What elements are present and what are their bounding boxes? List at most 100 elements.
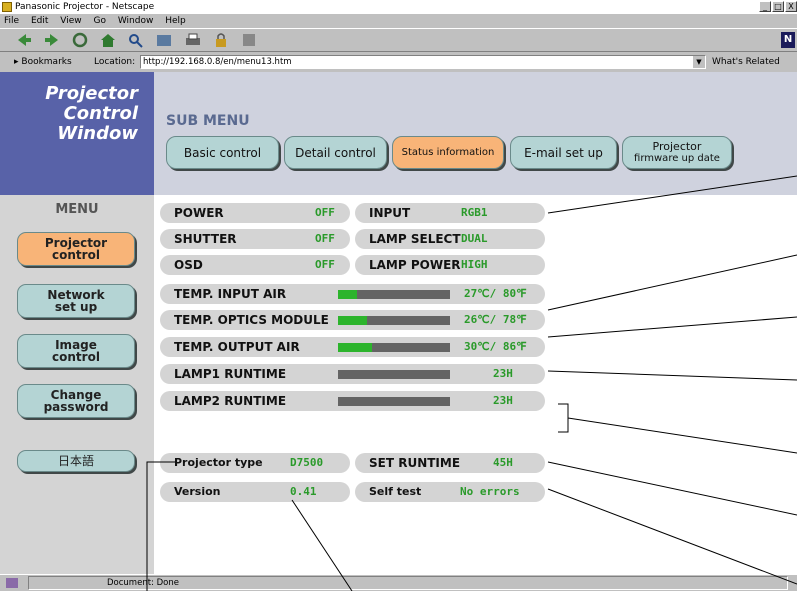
self-test: Self test No errors xyxy=(355,482,545,502)
menu-view[interactable]: View xyxy=(60,16,81,26)
info-label: Self test xyxy=(369,485,422,498)
status-shutter: SHUTTER OFF xyxy=(160,229,350,249)
close-button[interactable]: X xyxy=(785,1,797,12)
status-osd: OSD OFF xyxy=(160,255,350,275)
bar-label: LAMP2 RUNTIME xyxy=(174,394,287,408)
print-icon[interactable] xyxy=(183,31,203,49)
bookmarks-label: Bookmarks xyxy=(21,57,72,67)
security-status-icon[interactable] xyxy=(6,578,18,588)
menu-label: set up xyxy=(54,300,98,314)
menu-image-control[interactable]: Image control xyxy=(17,334,135,368)
maximize-button[interactable]: □ xyxy=(772,1,784,12)
status-value: RGB1 xyxy=(461,206,488,219)
info-value: 45H xyxy=(493,456,513,469)
location-label: Location: xyxy=(94,57,136,67)
bar-label: TEMP. INPUT AIR xyxy=(174,287,287,301)
status-label: SHUTTER xyxy=(174,232,237,246)
tab-basic-control[interactable]: Basic control xyxy=(166,136,279,169)
browser-window: Panasonic Projector - Netscape _ □ X Fil… xyxy=(0,0,797,591)
status-text: Document: Done xyxy=(107,578,179,588)
reload-icon[interactable] xyxy=(70,31,90,49)
menu-help[interactable]: Help xyxy=(165,16,186,26)
menu-label: control xyxy=(52,350,100,364)
info-label: Version xyxy=(174,485,221,498)
status-field: Document: Done xyxy=(28,576,788,590)
status-label: OSD xyxy=(174,258,203,272)
submenu-band xyxy=(154,72,797,195)
status-label: LAMP SELECT xyxy=(369,232,461,246)
menu-file[interactable]: File xyxy=(4,16,19,26)
level-bar xyxy=(338,316,450,325)
status-lamp-power: LAMP POWER HIGH xyxy=(355,255,545,275)
status-value: HIGH xyxy=(461,258,488,271)
menu-change-password[interactable]: Change password xyxy=(17,384,135,418)
location-bar: ▸ Bookmarks Location: http://192.168.0.8… xyxy=(0,52,797,72)
info-label: Projector type xyxy=(174,456,263,469)
bookmarks-button[interactable]: ▸ Bookmarks xyxy=(14,52,72,72)
menu-go[interactable]: Go xyxy=(93,16,105,26)
bar-label: TEMP. OPTICS MODULE xyxy=(174,313,329,327)
menu-japanese[interactable]: 日本語 xyxy=(17,450,135,472)
tab-firmware-update[interactable]: Projector firmware up date xyxy=(622,136,732,169)
bar-label: TEMP. OUTPUT AIR xyxy=(174,340,300,354)
projector-type: Projector type D7500 xyxy=(160,453,350,473)
tab-label: E-mail set up xyxy=(524,145,603,160)
logo-panel: Projector Control Window xyxy=(0,72,154,195)
page-content: Projector Control Window SUB MENU Basic … xyxy=(0,72,797,574)
info-value: No errors xyxy=(460,485,520,498)
app-logo: Projector Control Window xyxy=(45,83,138,144)
menu-edit[interactable]: Edit xyxy=(31,16,48,26)
bar-value: 23H xyxy=(493,394,513,407)
back-icon[interactable] xyxy=(14,31,34,49)
whats-related-button[interactable]: What's Related xyxy=(712,52,780,72)
menu-label: 日本語 xyxy=(57,454,94,468)
info-label: SET RUNTIME xyxy=(369,456,461,470)
window-title: Panasonic Projector - Netscape xyxy=(15,2,155,12)
bar-value: 26℃/ 78℉ xyxy=(464,313,527,326)
status-value: OFF xyxy=(315,206,335,219)
forward-icon[interactable] xyxy=(42,31,62,49)
level-fill xyxy=(338,343,372,352)
status-value: OFF xyxy=(315,232,335,245)
level-bar xyxy=(338,370,450,379)
menu-label: control xyxy=(52,248,100,262)
lamp1-runtime: LAMP1 RUNTIME 23H xyxy=(160,364,545,384)
menu-bar: File Edit View Go Window Help xyxy=(0,14,797,28)
chevron-down-icon[interactable]: ▼ xyxy=(693,56,705,68)
menu-window[interactable]: Window xyxy=(118,16,154,26)
url-text: http://192.168.0.8/en/menu13.htm xyxy=(143,57,292,67)
status-label: POWER xyxy=(174,206,224,220)
status-label: INPUT xyxy=(369,206,411,220)
tab-label: Status information xyxy=(401,146,495,158)
status-value: DUAL xyxy=(461,232,488,245)
level-fill xyxy=(338,316,368,325)
set-runtime: SET RUNTIME 45H xyxy=(355,453,545,473)
menu-network-set-up[interactable]: Network set up xyxy=(17,284,135,318)
bar-label: LAMP1 RUNTIME xyxy=(174,367,287,381)
menu-title: MENU xyxy=(55,202,99,217)
level-bar xyxy=(338,397,450,406)
search-icon[interactable] xyxy=(126,31,146,49)
status-lamp-select: LAMP SELECT DUAL xyxy=(355,229,545,249)
stop-icon[interactable] xyxy=(239,31,259,49)
status-label: LAMP POWER xyxy=(369,258,461,272)
tab-email-set-up[interactable]: E-mail set up xyxy=(510,136,617,169)
tab-label: Projector xyxy=(652,139,702,153)
lamp2-runtime: LAMP2 RUNTIME 23H xyxy=(160,391,545,411)
my-netscape-icon[interactable] xyxy=(154,31,174,49)
bar-value: 30℃/ 86℉ xyxy=(464,340,527,353)
url-input[interactable]: http://192.168.0.8/en/menu13.htm ▼ xyxy=(140,55,706,69)
tab-label: firmware up date xyxy=(634,152,720,164)
status-input: INPUT RGB1 xyxy=(355,203,545,223)
tab-status-information[interactable]: Status information xyxy=(392,136,504,169)
temp-output-air: TEMP. OUTPUT AIR 30℃/ 86℉ xyxy=(160,337,545,357)
title-bar: Panasonic Projector - Netscape _ □ X xyxy=(0,0,797,14)
bar-value: 23H xyxy=(493,367,513,380)
status-value: OFF xyxy=(315,258,335,271)
home-icon[interactable] xyxy=(98,31,118,49)
temp-optics-module: TEMP. OPTICS MODULE 26℃/ 78℉ xyxy=(160,310,545,330)
menu-projector-control[interactable]: Projector control xyxy=(17,232,135,266)
security-icon[interactable] xyxy=(211,31,231,49)
minimize-button[interactable]: _ xyxy=(759,1,771,12)
tab-detail-control[interactable]: Detail control xyxy=(284,136,387,169)
